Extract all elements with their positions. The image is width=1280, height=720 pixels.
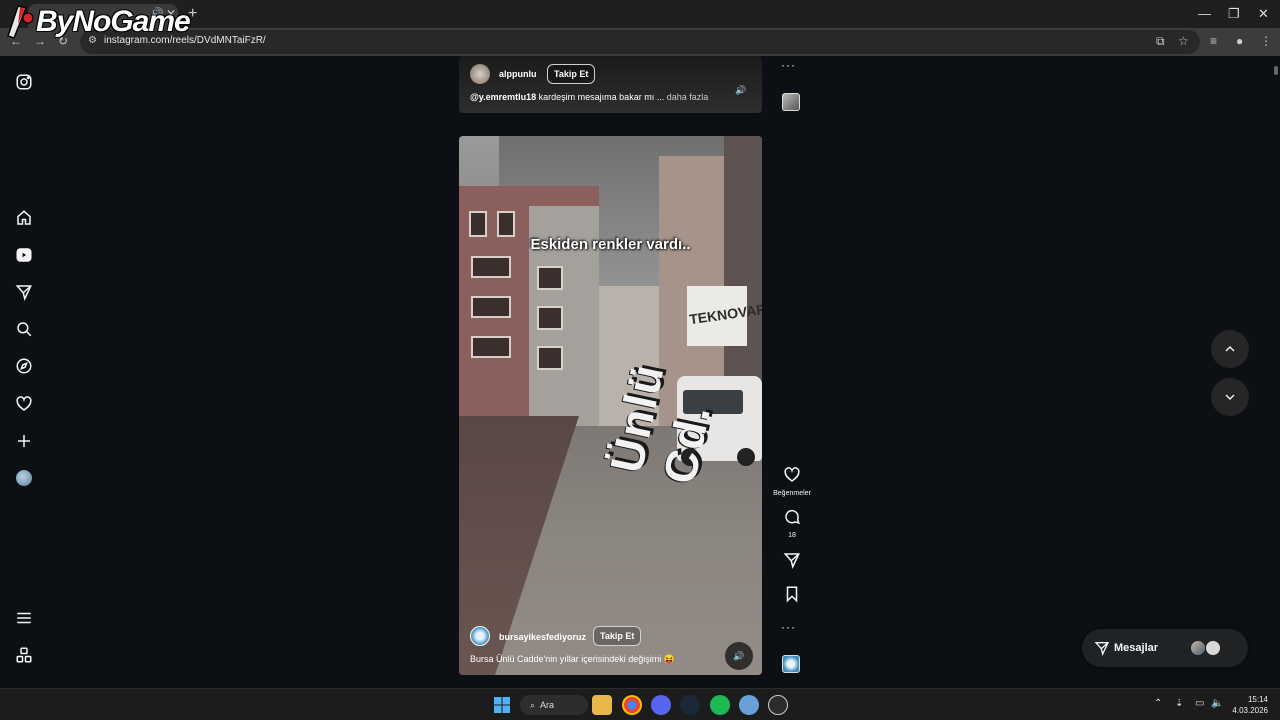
clock-time: 15:14 — [1247, 695, 1268, 704]
taskbar-clock[interactable]: 15:14 4.03.2026 — [1226, 694, 1268, 716]
app-icon[interactable] — [768, 695, 788, 715]
watermark-text: ByNoGame — [36, 5, 191, 38]
menu-icon[interactable] — [14, 608, 34, 628]
comment-button[interactable]: 18 — [770, 508, 814, 539]
heart-icon[interactable] — [14, 394, 34, 414]
profile-avatar[interactable] — [14, 468, 34, 488]
create-icon[interactable] — [14, 431, 34, 451]
minimize-button[interactable]: — — [1198, 6, 1211, 21]
like-button[interactable]: Beğenmeler — [770, 466, 814, 497]
save-button[interactable] — [770, 585, 814, 608]
instagram-page: alppunlu Takip Et @y.emremtlu18 kardeşim… — [0, 56, 1280, 688]
taskbar: ⌕ Ara ⌃ ⇣ ▭ 🔈 15:14 4.03.2026 — [0, 688, 1280, 720]
network-icon[interactable]: ⇣ — [1175, 698, 1183, 709]
like-label: Beğenmeler — [773, 490, 811, 497]
steam-icon[interactable] — [680, 695, 700, 715]
follow-button[interactable]: Takip Et — [593, 626, 642, 646]
reel-caption: @y.emremtlu18 kardeşim mesajıma bakar mı… — [470, 92, 708, 102]
bookmark-star-icon[interactable]: ☆ — [1178, 34, 1189, 48]
more-apps-icon[interactable] — [14, 645, 34, 665]
maximize-button[interactable]: ❐ — [1228, 6, 1240, 22]
avatar — [1190, 640, 1206, 656]
next-reel-button[interactable] — [1211, 378, 1249, 416]
messages-button[interactable]: Mesajlar — [1082, 629, 1248, 667]
video-overlay-text: Eskiden renkler vardı.. — [530, 236, 691, 253]
username[interactable]: bursayikesfediyoruz — [499, 632, 586, 642]
reel-video[interactable]: TEKNOVAR Ünlü Cd. Eskiden renkler vardı.… — [459, 136, 762, 675]
chrome-icon[interactable] — [622, 695, 642, 715]
file-explorer-icon[interactable] — [592, 695, 612, 715]
clock-date: 4.03.2026 — [1232, 706, 1268, 715]
watermark-mark-icon — [4, 4, 34, 40]
heart-icon — [784, 467, 800, 482]
explore-icon[interactable] — [14, 356, 34, 376]
mute-icon[interactable]: 🔊 — [725, 642, 753, 670]
browser-tab-bar: 🔊 ✕ + — ❐ ✕ — [0, 0, 1280, 28]
reels-icon[interactable] — [14, 245, 34, 265]
messages-icon[interactable] — [14, 282, 34, 302]
comment-icon — [785, 509, 800, 525]
taskbar-search[interactable]: ⌕ Ara — [520, 695, 588, 715]
mute-icon[interactable]: 🔊 — [729, 78, 753, 102]
more-options-icon[interactable]: ··· — [781, 58, 796, 72]
search-icon[interactable] — [14, 319, 34, 339]
audio-thumbnail[interactable] — [782, 93, 800, 111]
avatar[interactable] — [470, 626, 490, 646]
display-icon[interactable]: ▭ — [1195, 698, 1204, 709]
media-controls-icon[interactable]: ≡ — [1210, 34, 1217, 48]
discord-icon[interactable] — [651, 695, 671, 715]
avatar — [1220, 640, 1236, 656]
sidebar — [0, 56, 48, 688]
app-icon[interactable] — [739, 695, 759, 715]
profile-icon[interactable]: ● — [1236, 34, 1243, 48]
chevron-up-icon[interactable]: ⌃ — [1154, 698, 1162, 709]
watermark-logo: ByNoGame — [4, 2, 191, 42]
close-window-button[interactable]: ✕ — [1258, 6, 1269, 22]
home-icon[interactable] — [14, 208, 34, 228]
follow-button[interactable]: Takip Et — [547, 64, 596, 84]
taskbar-search-label: Ara — [540, 700, 555, 710]
share-button[interactable] — [770, 551, 814, 574]
bookmark-icon — [786, 586, 798, 603]
more-link[interactable]: daha fazla — [667, 92, 709, 102]
address-bar[interactable]: ⚙ instagram.com/reels/DVdMNTaiFzR/ — [80, 30, 1200, 54]
page-scrollbar[interactable] — [1272, 56, 1280, 688]
avatar[interactable] — [470, 64, 490, 84]
username[interactable]: alppunlu — [499, 69, 537, 79]
browser-toolbar: ← → ↻ ⚙ instagram.com/reels/DVdMNTaiFzR/… — [0, 28, 1280, 56]
comment-count: 18 — [788, 532, 796, 539]
messages-icon — [1094, 640, 1110, 661]
spotify-icon[interactable] — [710, 695, 730, 715]
instagram-icon[interactable] — [14, 72, 34, 92]
more-options-icon[interactable]: ··· — [781, 620, 796, 634]
reel-caption: Bursa Ünlü Cadde'nin yıllar içerisindeki… — [470, 654, 676, 664]
cast-icon[interactable]: ⧉ — [1156, 34, 1165, 49]
messages-label: Mesajlar — [1114, 642, 1159, 654]
audio-thumbnail[interactable] — [782, 655, 800, 673]
caption-mention[interactable]: @y.emremtlu18 — [470, 92, 536, 102]
search-icon: ⌕ — [530, 699, 536, 710]
previous-reel-button[interactable] — [1211, 330, 1249, 368]
volume-icon[interactable]: 🔈 — [1211, 698, 1223, 709]
scrollbar-thumb[interactable] — [1274, 66, 1278, 75]
chevron-up-icon — [1225, 346, 1235, 352]
windows-start-icon[interactable] — [492, 695, 512, 715]
reel-previous[interactable]: alppunlu Takip Et @y.emremtlu18 kardeşim… — [459, 56, 762, 113]
caption-text: kardeşim mesajıma bakar mı ... — [538, 92, 665, 102]
browser-menu-icon[interactable]: ⋮ — [1260, 34, 1272, 48]
share-icon — [783, 553, 800, 569]
chevron-down-icon — [1225, 394, 1235, 400]
avatar — [1205, 640, 1221, 656]
